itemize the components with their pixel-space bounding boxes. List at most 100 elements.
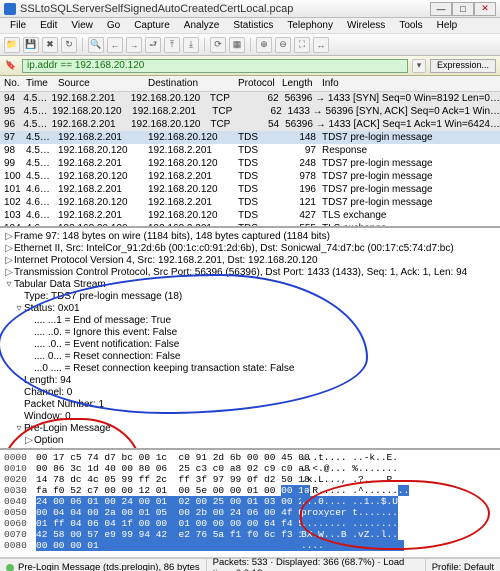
expression-button[interactable]: Expression... — [430, 59, 496, 73]
col-len[interactable]: Length — [282, 78, 322, 89]
status-packets: Packets: 533 · Displayed: 366 (68.7%) · … — [213, 557, 419, 571]
packet-row[interactable]: 1034.6…192.168.2.201192.168.20.120TDS427… — [0, 209, 500, 222]
menu-statistics[interactable]: Statistics — [227, 19, 279, 32]
col-no[interactable]: No. — [0, 78, 26, 89]
status-ready-icon — [6, 564, 14, 571]
col-time[interactable]: Time — [26, 78, 58, 89]
detail-bit[interactable]: .... .0.. = Event notification: False — [34, 339, 179, 350]
toolbar-save-icon[interactable]: 💾 — [23, 37, 39, 53]
toolbar-sep — [204, 38, 205, 52]
col-info[interactable]: Info — [322, 78, 500, 89]
detail-bit[interactable]: .... ..0. = Ignore this event: False — [34, 327, 177, 338]
toolbar-close-icon[interactable]: ✖ — [42, 37, 58, 53]
packet-row[interactable]: 994.5…192.168.2.201192.168.20.120TDS248T… — [0, 157, 500, 170]
detail-tcp[interactable]: Transmission Control Protocol, Src Port:… — [14, 267, 467, 278]
status-profile[interactable]: Profile: Default — [432, 562, 494, 571]
menu-help[interactable]: Help — [431, 19, 464, 32]
toolbar-sep — [82, 38, 83, 52]
detail-eth[interactable]: Ethernet II, Src: IntelCor_91:2d:6b (00:… — [14, 243, 454, 254]
detail-channel[interactable]: Channel: 0 — [24, 387, 72, 398]
detail-window[interactable]: Window: 0 — [24, 411, 71, 422]
menu-telephony[interactable]: Telephony — [281, 19, 339, 32]
menu-capture[interactable]: Capture — [128, 19, 176, 32]
hex-row[interactable]: 001000 86 3c 1d 40 00 80 06 25 c3 c0 a8 … — [4, 463, 496, 474]
toolbar-jump-icon[interactable]: ⮐ — [145, 37, 161, 53]
menu-wireless[interactable]: Wireless — [341, 19, 391, 32]
hex-row[interactable]: 000000 17 c5 74 d7 bc 00 1c c0 91 2d 6b … — [4, 452, 496, 463]
packet-list[interactable]: 944.5…192.168.2.201192.168.20.120TCP6256… — [0, 92, 500, 228]
toolbar-first-icon[interactable]: ⤒ — [164, 37, 180, 53]
expander-icon[interactable]: ▷ — [4, 267, 14, 278]
detail-length[interactable]: Length: 94 — [24, 375, 71, 386]
menu-view[interactable]: View — [65, 19, 99, 32]
toolbar-autoscroll-icon[interactable]: ⟳ — [210, 37, 226, 53]
detail-bit[interactable]: .... 0... = Reset connection: False — [34, 351, 180, 362]
packet-list-header: No. Time Source Destination Protocol Len… — [0, 76, 500, 92]
detail-bit[interactable]: .... ...1 = End of message: True — [34, 315, 171, 326]
hex-row[interactable]: 005000 04 04 00 2a 00 01 05 00 2b 00 24 … — [4, 507, 496, 518]
detail-frame[interactable]: Frame 97: 148 bytes on wire (1184 bits),… — [14, 231, 330, 242]
menu-tools[interactable]: Tools — [393, 19, 428, 32]
detail-packetnum[interactable]: Packet Number: 1 — [24, 399, 104, 410]
hex-row[interactable]: 006001 ff 04 06 04 1f 00 00 01 00 00 00 … — [4, 518, 496, 529]
detail-ip[interactable]: Internet Protocol Version 4, Src: 192.16… — [14, 255, 318, 266]
toolbar-resize-icon[interactable]: ↔ — [313, 37, 329, 53]
hex-row[interactable]: 002014 78 dc 4c 05 99 ff 2c ff 3f 97 99 … — [4, 474, 496, 485]
toolbar-zoomin-icon[interactable]: ⊕ — [256, 37, 272, 53]
title-bar: SSLtoSQLServerSelfSignedAutoCreatedCertL… — [0, 0, 500, 18]
detail-prelogin[interactable]: Pre-Login Message — [24, 423, 111, 434]
detail-tds[interactable]: Tabular Data Stream — [14, 279, 106, 290]
packet-row[interactable]: 964.5…192.168.2.201192.168.20.120TCP5456… — [0, 118, 500, 131]
expander-icon[interactable]: ▿ — [14, 423, 24, 434]
close-button[interactable]: ✕ — [474, 2, 496, 16]
maximize-button[interactable]: □ — [452, 2, 474, 16]
hex-pane[interactable]: 000000 17 c5 74 d7 bc 00 1c c0 91 2d 6b … — [0, 450, 500, 558]
expander-icon[interactable]: ▷ — [24, 435, 34, 446]
filter-bar: 🔖 ▾ Expression... — [0, 56, 500, 76]
expander-icon[interactable]: ▿ — [4, 279, 14, 290]
packet-row[interactable]: 944.5…192.168.2.201192.168.20.120TCP6256… — [0, 92, 500, 105]
col-src[interactable]: Source — [58, 78, 148, 89]
col-proto[interactable]: Protocol — [238, 78, 282, 89]
menu-file[interactable]: File — [4, 19, 32, 32]
toolbar-zoomreset-icon[interactable]: ⛶ — [294, 37, 310, 53]
detail-bit[interactable]: ...0 .... = Reset connection keeping tra… — [34, 363, 294, 374]
packet-row[interactable]: 1004.5…192.168.20.120192.168.2.201TDS978… — [0, 170, 500, 183]
expander-icon[interactable]: ▷ — [4, 243, 14, 254]
hex-row[interactable]: 004024 00 06 01 00 24 00 01 02 00 25 00 … — [4, 496, 496, 507]
detail-status[interactable]: Status: 0x01 — [24, 303, 80, 314]
packet-details[interactable]: ▷Frame 97: 148 bytes on wire (1184 bits)… — [0, 228, 500, 450]
packet-row[interactable]: 1024.6…192.168.20.120192.168.2.201TDS121… — [0, 196, 500, 209]
menu-analyze[interactable]: Analyze — [178, 19, 226, 32]
toolbar-zoomout-icon[interactable]: ⊖ — [275, 37, 291, 53]
toolbar-colorize-icon[interactable]: ▦ — [229, 37, 245, 53]
window-title: SSLtoSQLServerSelfSignedAutoCreatedCertL… — [20, 3, 430, 15]
bookmark-icon[interactable]: 🔖 — [4, 59, 18, 73]
packet-row[interactable]: 984.5…192.168.20.120192.168.2.201TDS97Re… — [0, 144, 500, 157]
expander-icon[interactable]: ▷ — [4, 255, 14, 266]
toolbar-last-icon[interactable]: ⤓ — [183, 37, 199, 53]
status-bar: Pre-Login Message (tds.prelogin), 86 byt… — [0, 558, 500, 571]
hex-row[interactable]: 0030fa f0 52 c7 00 00 12 01 00 5e 00 00 … — [4, 485, 496, 496]
menu-go[interactable]: Go — [101, 19, 126, 32]
expander-icon[interactable]: ▷ — [4, 231, 14, 242]
toolbar-back-icon[interactable]: ← — [107, 37, 123, 53]
toolbar-find-icon[interactable]: 🔍 — [88, 37, 104, 53]
detail-type[interactable]: Type: TDS7 pre-login message (18) — [24, 291, 182, 302]
toolbar-forward-icon[interactable]: → — [126, 37, 142, 53]
hex-row[interactable]: 007042 58 00 57 e9 99 94 42 e2 76 5a f1 … — [4, 529, 496, 540]
menu-edit[interactable]: Edit — [34, 19, 63, 32]
packet-row[interactable]: 1014.6…192.168.2.201192.168.20.120TDS196… — [0, 183, 500, 196]
hex-row[interactable]: 008000 00 00 01 .... — [4, 540, 496, 551]
toolbar-open-icon[interactable]: 📁 — [4, 37, 20, 53]
packet-row[interactable]: 974.5…192.168.2.201192.168.20.120TDS148T… — [0, 131, 500, 144]
app-icon — [4, 3, 16, 15]
detail-option[interactable]: Option — [34, 435, 63, 446]
col-dst[interactable]: Destination — [148, 78, 238, 89]
display-filter-input[interactable] — [22, 59, 408, 73]
minimize-button[interactable]: — — [430, 2, 452, 16]
filter-dropdown-icon[interactable]: ▾ — [412, 59, 426, 73]
packet-row[interactable]: 954.5…192.168.20.120192.168.2.201TCP6214… — [0, 105, 500, 118]
toolbar-reload-icon[interactable]: ↻ — [61, 37, 77, 53]
expander-icon[interactable]: ▿ — [14, 303, 24, 314]
